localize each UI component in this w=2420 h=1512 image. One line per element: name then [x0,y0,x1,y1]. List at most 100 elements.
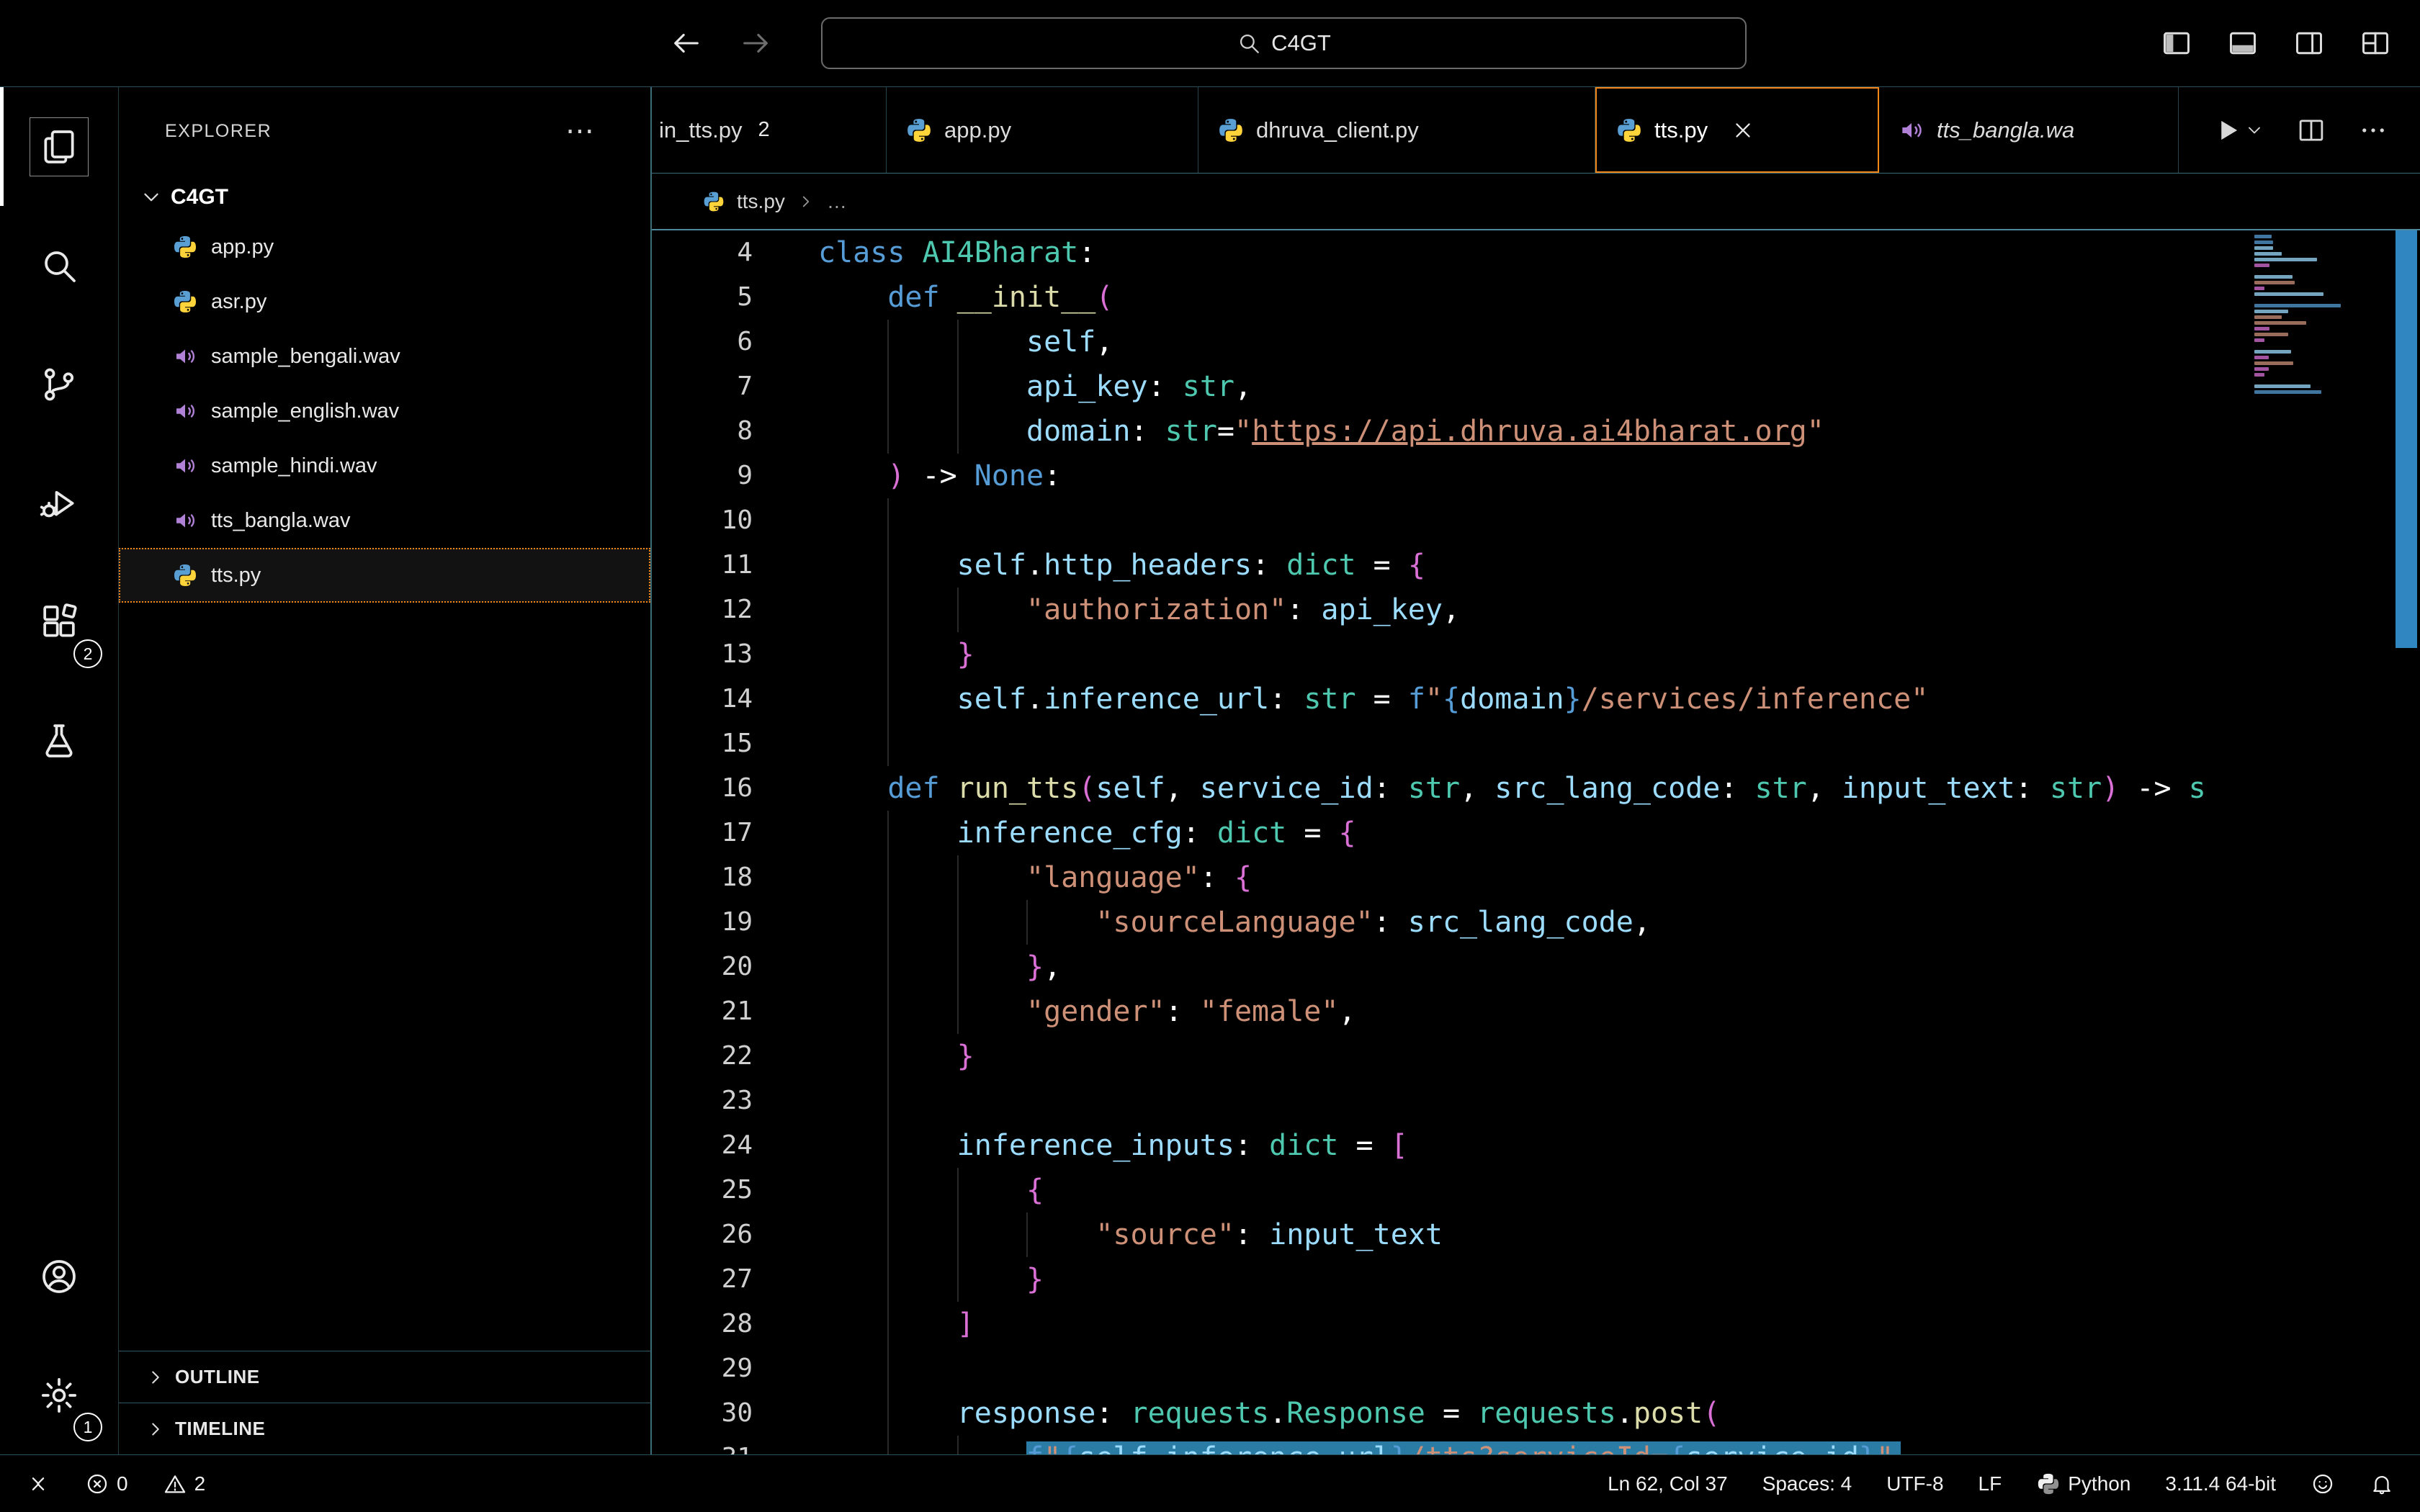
tab-app.py[interactable]: app.py [887,87,1198,173]
line-number: 25 [721,1175,753,1205]
toggle-secondary-sidebar-icon[interactable] [2293,27,2325,59]
line-number: 8 [737,416,753,446]
close-icon[interactable] [1731,118,1755,143]
status-warnings-count[interactable]: 2 [163,1472,205,1496]
code-line[interactable]: 24 inference_inputs: dict = [ [652,1123,2420,1168]
code-line[interactable]: 29 [652,1346,2420,1391]
status-python-interpreter[interactable]: 3.11.4 64-bit [2165,1472,2276,1495]
code-line[interactable]: 13 } [652,632,2420,677]
activity-account[interactable] [0,1217,118,1336]
code-line[interactable]: 8 domain: str="https://api.dhruva.ai4bha… [652,409,2420,454]
command-center-search[interactable]: C4GT [821,17,1747,69]
python-mono-icon [2036,1472,2061,1496]
code-line[interactable]: 9 ) -> None: [652,454,2420,498]
split-editor-icon[interactable] [2296,115,2326,145]
code-line[interactable]: 17 inference_cfg: dict = { [652,811,2420,855]
section-timeline[interactable]: TIMELINE [119,1403,650,1454]
status-bar: 02 Ln 62, Col 37 Spaces: 4 UTF-8 LF Python 3.… [0,1454,2420,1512]
code-line[interactable]: 21 "gender": "female", [652,989,2420,1034]
line-content: "source": input_text [818,1212,1443,1257]
file-name: sample_bengali.wav [211,344,400,368]
run-debug-icon [39,483,79,523]
status-language-mode[interactable]: Python [2036,1472,2130,1496]
line-content: }, [818,945,1061,989]
line-number: 7 [737,372,753,401]
code-line[interactable]: 22 } [652,1034,2420,1079]
code-line[interactable]: 26 "source": input_text [652,1212,2420,1257]
activity-source-control[interactable] [0,325,118,444]
status-text: UTF-8 [1886,1472,1944,1495]
code-line[interactable]: 16 def run_tts(self, service_id: str, sr… [652,766,2420,811]
extensions-badge: 2 [73,639,102,668]
toggle-primary-sidebar-icon[interactable] [2161,27,2192,59]
scrollbar-slider[interactable] [2396,230,2417,648]
code-line[interactable]: 28 ] [652,1302,2420,1346]
code-line[interactable]: 15 [652,721,2420,766]
status-remote-indicator[interactable] [26,1472,50,1496]
history-back-button[interactable] [670,27,703,60]
python-file-icon [1615,117,1643,144]
file-row-sample_hindi.wav[interactable]: sample_hindi.wav [119,438,650,493]
file-row-sample_bengali.wav[interactable]: sample_bengali.wav [119,329,650,384]
line-number: 17 [721,818,753,847]
code-line[interactable]: 25 { [652,1168,2420,1212]
status-left: 02 [26,1472,205,1496]
code-line[interactable]: 12 "authorization": api_key, [652,588,2420,632]
code-editor[interactable]: 4 class AI4Bharat: 5 def __init__(6 self, 7… [652,229,2420,1454]
status-notifications[interactable] [2370,1472,2394,1496]
code-line[interactable]: 27 } [652,1257,2420,1302]
code-line[interactable]: 31 f"{self.inference_url}/tts?serviceId=… [652,1436,2420,1454]
code-line[interactable]: 5 def __init__( [652,275,2420,320]
code-line[interactable]: 10 [652,498,2420,543]
play-icon [2213,115,2243,145]
activity-run-debug[interactable] [0,444,118,562]
line-content: self.http_headers: dict = { [818,543,1425,588]
minimap[interactable] [2254,235,2345,396]
section-outline[interactable]: OUTLINE [119,1351,650,1403]
run-python-file-button[interactable] [2213,115,2264,145]
code-line[interactable]: 20 }, [652,945,2420,989]
history-forward-button[interactable] [739,27,772,60]
code-line[interactable]: 4 class AI4Bharat: [652,230,2420,275]
activity-search[interactable] [0,206,118,325]
toggle-panel-icon[interactable] [2227,27,2259,59]
code-line[interactable]: 11 self.http_headers: dict = { [652,543,2420,588]
tab-tts_bangla.wa[interactable]: tts_bangla.wa [1879,87,2179,173]
tab-in_tts.py[interactable]: in_tts.py 2 [652,87,887,173]
breadcrumb-symbol[interactable]: … [827,190,847,213]
status-indentation[interactable]: Spaces: 4 [1762,1472,1852,1495]
line-number: 31 [652,1436,753,1454]
code-line[interactable]: 30 response: requests.Response = request… [652,1391,2420,1436]
file-row-tts.py[interactable]: tts.py [119,548,650,603]
code-line[interactable]: 6 self, [652,320,2420,364]
activity-extensions[interactable]: 2 [0,562,118,681]
status-encoding[interactable]: UTF-8 [1886,1472,1943,1495]
code-line[interactable]: 23 [652,1079,2420,1123]
more-actions-icon[interactable] [2358,115,2388,145]
activity-explorer[interactable] [0,87,118,206]
status-cursor-position[interactable]: Ln 62, Col 37 [1608,1472,1728,1495]
editor-scrollbar[interactable] [2391,230,2420,1454]
status-eol[interactable]: LF [1978,1472,2002,1495]
file-row-tts_bangla.wav[interactable]: tts_bangla.wav [119,493,650,548]
file-row-asr.py[interactable]: asr.py [119,274,650,329]
line-content: api_key: str, [818,364,1252,409]
tab-dhruva_client.py[interactable]: dhruva_client.py [1198,87,1595,173]
code-line[interactable]: 19 "sourceLanguage": src_lang_code, [652,900,2420,945]
status-feedback[interactable] [2311,1472,2335,1496]
file-row-app.py[interactable]: app.py [119,220,650,274]
code-line[interactable]: 7 api_key: str, [652,364,2420,409]
activity-settings[interactable]: 1 [0,1336,118,1454]
code-line[interactable]: 18 "language": { [652,855,2420,900]
folder-root[interactable]: C4GT [119,175,650,220]
explorer-more-actions-icon[interactable]: ⋯ [565,117,594,145]
file-name: sample_english.wav [211,399,400,423]
file-row-sample_english.wav[interactable]: sample_english.wav [119,384,650,438]
tab-tts.py[interactable]: tts.py [1595,87,1879,173]
activity-testing[interactable] [0,681,118,800]
feedback-icon [2311,1472,2335,1496]
code-line[interactable]: 14 self.inference_url: str = f"{domain}/… [652,677,2420,721]
breadcrumb-file[interactable]: tts.py [737,190,785,213]
customize-layout-icon[interactable] [2360,27,2391,59]
status-errors-count[interactable]: 0 [85,1472,128,1496]
